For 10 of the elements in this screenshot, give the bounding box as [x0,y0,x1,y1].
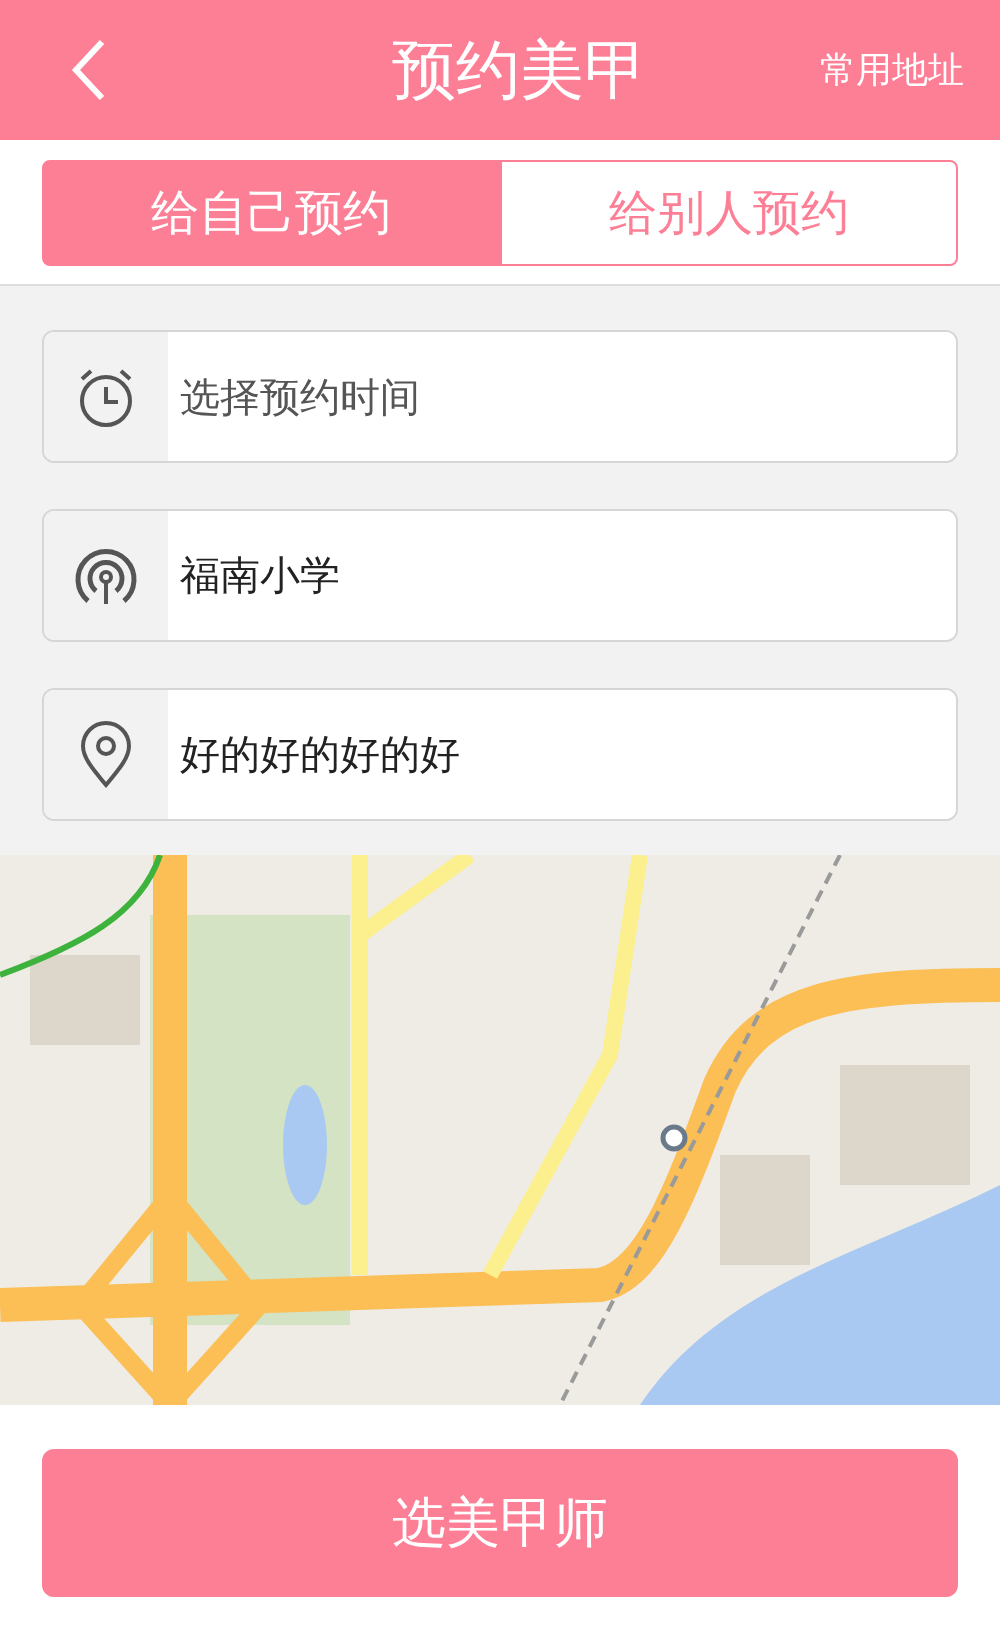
input-field[interactable]: 福南小学 [42,509,958,642]
location-pin-icon [79,720,133,789]
tab[interactable]: 给自己预约 [42,160,500,266]
input-field[interactable]: 好的好的好的好 [42,688,958,821]
submit-button[interactable]: 选美甲师 [42,1449,958,1597]
page-title: 预约美甲 [392,31,648,109]
tab[interactable]: 给别人预约 [500,160,958,266]
back-icon[interactable] [70,38,106,102]
input-field[interactable]: 选择预约时间 [42,330,958,463]
address-link[interactable]: 常用地址 [814,44,970,96]
